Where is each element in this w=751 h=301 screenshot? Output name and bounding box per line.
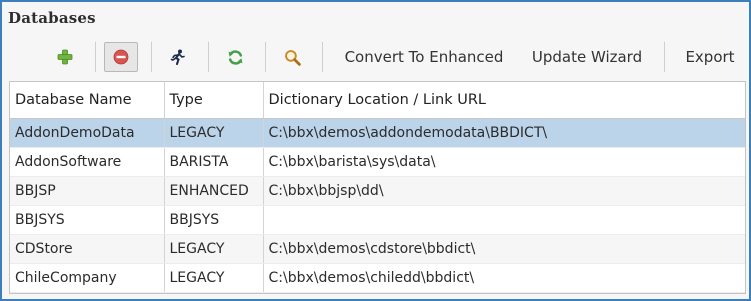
- minus-circle-icon: [113, 49, 129, 65]
- toolbar-separator: [95, 42, 96, 72]
- running-man-icon: [170, 49, 185, 65]
- magnifier-icon: [284, 49, 301, 66]
- cell-database-name: AddonSoftware: [10, 147, 165, 177]
- panel-title: Databases: [8, 9, 96, 27]
- cell-type: LEGACY: [164, 234, 264, 264]
- cell-database-name: ChileCompany: [10, 263, 165, 293]
- export-label: Export: [685, 48, 735, 66]
- toolbar-separator: [265, 42, 266, 72]
- toolbar-separator: [151, 42, 152, 72]
- cell-location: C:\bbx\bbjsp\dd\: [263, 176, 745, 206]
- column-header-database-name[interactable]: Database Name: [10, 82, 165, 119]
- add-button[interactable]: [52, 40, 78, 74]
- cell-type: LEGACY: [164, 263, 264, 293]
- plus-icon: [57, 49, 73, 65]
- databases-grid: Database Name Type Dictionary Location /…: [10, 82, 745, 293]
- cell-location: C:\bbx\barista\sys\data\: [263, 147, 745, 177]
- cell-location: C:\bbx\demos\addondemodata\BBDICT\: [263, 118, 745, 148]
- convert-to-enhanced-label: Convert To Enhanced: [344, 48, 504, 66]
- databases-panel: Databases Convert To Enhanced Update Wiz…: [0, 0, 751, 301]
- cell-location: C:\bbx\demos\chiledd\bbdict\: [263, 263, 745, 293]
- refresh-button[interactable]: [222, 40, 248, 74]
- export-button[interactable]: Export: [678, 40, 742, 74]
- search-button[interactable]: [279, 40, 305, 74]
- refresh-arrows-icon: [228, 49, 242, 65]
- column-header-type[interactable]: Type: [164, 82, 264, 119]
- table-row[interactable]: AddonSoftware BARISTA C:\bbx\barista\sys…: [10, 147, 745, 177]
- run-button[interactable]: [165, 40, 191, 74]
- toolbar: Convert To Enhanced Update Wizard Export: [2, 40, 749, 74]
- cell-database-name: CDStore: [10, 234, 165, 264]
- table-row[interactable]: AddonDemoData LEGACY C:\bbx\demos\addond…: [10, 118, 745, 148]
- toolbar-separator: [322, 42, 323, 72]
- cell-type: LEGACY: [164, 118, 264, 148]
- cell-type: ENHANCED: [164, 176, 264, 206]
- databases-table: Database Name Type Dictionary Location /…: [9, 81, 746, 294]
- remove-button[interactable]: [103, 40, 139, 74]
- table-row[interactable]: ChileCompany LEGACY C:\bbx\demos\chiledd…: [10, 263, 745, 293]
- cell-type: BBJSYS: [164, 205, 264, 235]
- column-header-dictionary-location[interactable]: Dictionary Location / Link URL: [263, 82, 745, 119]
- cell-database-name: BBJSP: [10, 176, 165, 206]
- cell-type: BARISTA: [164, 147, 264, 177]
- update-wizard-button[interactable]: Update Wizard: [524, 40, 650, 74]
- update-wizard-label: Update Wizard: [531, 48, 643, 66]
- cell-location: [263, 205, 745, 235]
- cell-database-name: AddonDemoData: [10, 118, 165, 148]
- table-row[interactable]: BBJSP ENHANCED C:\bbx\bbjsp\dd\: [10, 176, 745, 206]
- table-header-row: Database Name Type Dictionary Location /…: [10, 82, 745, 119]
- cell-database-name: BBJSYS: [10, 205, 165, 235]
- cell-location: C:\bbx\demos\cdstore\bbdict\: [263, 234, 745, 264]
- table-row[interactable]: BBJSYS BBJSYS: [10, 205, 745, 235]
- toolbar-separator: [208, 42, 209, 72]
- remove-button-frame: [104, 42, 138, 72]
- convert-to-enhanced-button[interactable]: Convert To Enhanced: [335, 40, 513, 74]
- table-row[interactable]: CDStore LEGACY C:\bbx\demos\cdstore\bbdi…: [10, 234, 745, 264]
- toolbar-separator: [664, 42, 665, 72]
